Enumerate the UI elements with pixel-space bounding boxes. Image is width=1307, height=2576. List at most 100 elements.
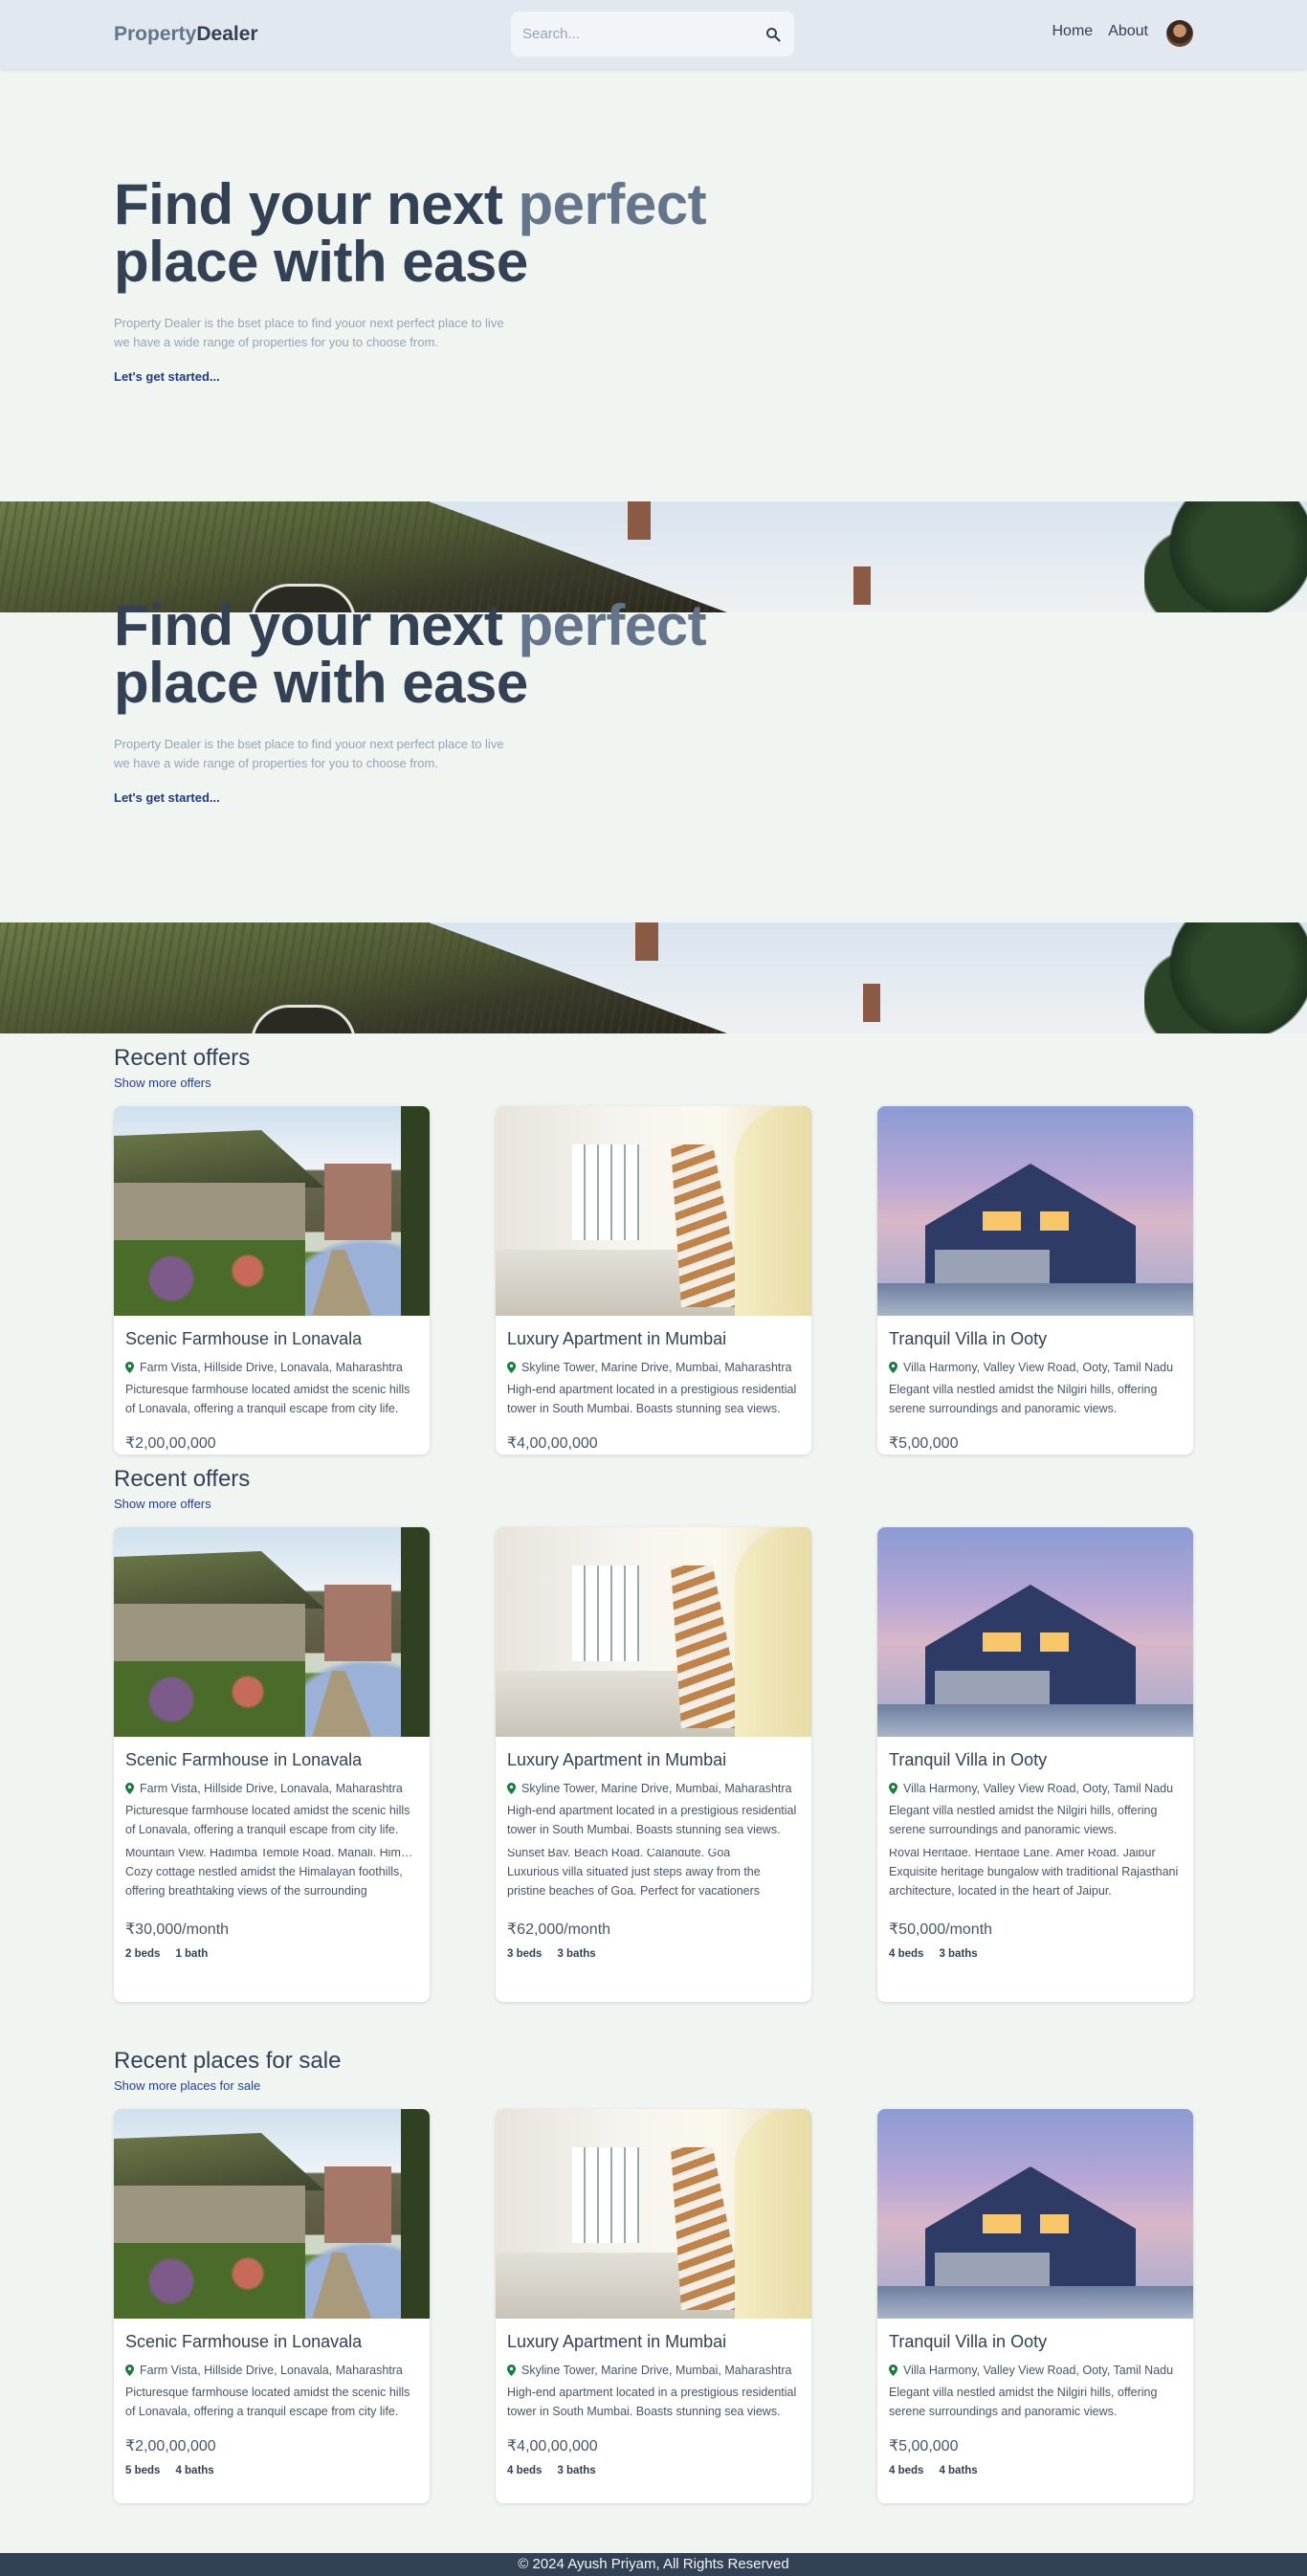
address-text: Farm Vista, Hillside Drive, Lonavala, Ma…: [140, 2364, 403, 2377]
hero-description: Property Dealer is the bset place to fin…: [114, 735, 554, 773]
property-title[interactable]: Scenic Farmhouse in Lonavala: [125, 2332, 418, 2352]
property-card[interactable]: Luxury Apartment in Mumbai Skyline Tower…: [496, 1106, 811, 1455]
property-image[interactable]: [877, 1527, 1193, 1737]
get-started-link[interactable]: Let's get started...: [114, 369, 220, 384]
location-pin-icon: [889, 2365, 897, 2376]
address-text: Skyline Tower, Marine Drive, Mumbai, Mah…: [521, 1361, 792, 1374]
property-description: Picturesque farmhouse located amidst the…: [125, 2386, 410, 2418]
show-more-offers-link[interactable]: Show more offers: [114, 1497, 211, 1511]
property-title[interactable]: Tranquil Villa in Ooty: [889, 1329, 1182, 1349]
property-address: Skyline Tower, Marine Drive, Mumbai, Mah…: [507, 1782, 800, 1795]
property-address: Villa Harmony, Valley View Road, Ooty, T…: [889, 2364, 1182, 2377]
section-heading: Recent places for sale: [114, 2048, 342, 2074]
address-text: Royal Heritage, Heritage Lane, Amer Road…: [889, 1849, 1156, 1856]
card-body: Scenic Farmhouse in Lonavala Farm Vista,…: [114, 1316, 430, 1455]
address-text: Skyline Tower, Marine Drive, Mumbai, Mah…: [521, 2364, 792, 2377]
property-address: Farm Vista, Hillside Drive, Lonavala, Ma…: [125, 2364, 418, 2377]
hero-title-part1: Find your next: [114, 172, 519, 236]
property-image[interactable]: [877, 2109, 1193, 2319]
profile-avatar[interactable]: [1166, 20, 1193, 47]
property-card[interactable]: Scenic Farmhouse in Lonavala Farm Vista,…: [114, 1106, 430, 1455]
property-price: ₹2,00,00,000: [125, 2438, 216, 2454]
hero-title-accent: perfect: [518, 172, 707, 236]
property-card[interactable]: Luxury Apartment in Mumbai Skyline Tower…: [496, 2109, 811, 2503]
logo-part2: Dealer: [196, 23, 258, 45]
property-card[interactable]: Tranquil Villa in Ooty Villa Harmony, Va…: [877, 1106, 1193, 1455]
baths-count: 3 baths: [557, 2465, 596, 2476]
nav-home-link[interactable]: Home: [1052, 23, 1094, 40]
property-description: Luxurious villa situated just steps away…: [507, 1865, 761, 1898]
property-price: ₹62,000/month: [507, 1921, 611, 1938]
property-title[interactable]: Scenic Farmhouse in Lonavala: [125, 1750, 418, 1770]
get-started-link[interactable]: Let's get started...: [114, 790, 220, 805]
property-description: Elegant villa nestled amidst the Nilgiri…: [889, 1804, 1158, 1836]
property-address: Mountain View, Hadimba Temple Road, Mana…: [125, 1849, 418, 1856]
address-text: Mountain View, Hadimba Temple Road, Mana…: [125, 1849, 418, 1856]
property-features: 4 beds 3 baths: [507, 2465, 800, 2476]
show-more-offers-link[interactable]: Show more offers: [114, 1076, 211, 1090]
property-card[interactable]: Tranquil Villa in Ooty Villa Harmony, Va…: [877, 2109, 1193, 2503]
property-address: Royal Heritage, Heritage Lane, Amer Road…: [889, 1849, 1182, 1856]
recent-offers-section-2: Recent offers Show more offers: [114, 1466, 1193, 1513]
location-pin-icon: [507, 1783, 516, 1794]
top-navbar: PropertyDealer Home About: [0, 0, 1307, 69]
search-box: [511, 11, 794, 56]
nav-links: Home About: [1052, 23, 1149, 40]
property-description: Picturesque farmhouse located amidst the…: [125, 1804, 410, 1836]
card-body: Scenic Farmhouse in Lonavala Farm Vista,…: [114, 1737, 430, 1971]
nav-about-link[interactable]: About: [1108, 23, 1148, 40]
beds-count: 5 beds: [125, 2465, 161, 2476]
hero-desc-line2: we have a wide range of properties for y…: [114, 756, 438, 770]
baths-count: 1 bath: [175, 1948, 209, 1960]
hero-desc-line1: Property Dealer is the bset place to fin…: [114, 737, 504, 751]
card-body: Tranquil Villa in Ooty Villa Harmony, Va…: [877, 1737, 1193, 1971]
site-logo[interactable]: PropertyDealer: [114, 23, 258, 46]
property-image[interactable]: [114, 2109, 430, 2319]
property-description: High-end apartment located in a prestigi…: [507, 1383, 797, 1415]
property-features: 4 beds 3 baths: [889, 1948, 1182, 1960]
property-price: ₹5,00,000: [889, 1435, 959, 1452]
property-image[interactable]: [877, 1106, 1193, 1316]
property-address: Skyline Tower, Marine Drive, Mumbai, Mah…: [507, 1361, 800, 1374]
location-pin-icon: [507, 2365, 516, 2376]
banner-image-duplicate: [0, 922, 1307, 1033]
recent-sale-section: Recent places for sale Show more places …: [114, 2048, 1193, 2095]
property-price: ₹4,00,00,000: [507, 2438, 598, 2454]
footer: © 2024 Ayush Priyam, All Rights Reserved: [0, 2553, 1307, 2576]
logo-part1: Property: [114, 23, 197, 45]
beds-count: 2 beds: [125, 1948, 161, 1960]
property-title[interactable]: Luxury Apartment in Mumbai: [507, 1329, 800, 1349]
property-image[interactable]: [496, 1527, 811, 1737]
property-address: Sunset Bay, Beach Road, Calangute, Goa: [507, 1849, 800, 1856]
property-card[interactable]: Scenic Farmhouse in Lonavala Farm Vista,…: [114, 1527, 430, 2002]
property-title[interactable]: Luxury Apartment in Mumbai: [507, 2332, 800, 2352]
address-text: Villa Harmony, Valley View Road, Ooty, T…: [903, 1361, 1174, 1374]
card-body: Tranquil Villa in Ooty Villa Harmony, Va…: [877, 2319, 1193, 2488]
property-features: 2 beds 1 bath: [125, 1948, 418, 1960]
property-card[interactable]: Scenic Farmhouse in Lonavala Farm Vista,…: [114, 2109, 430, 2503]
property-title[interactable]: Tranquil Villa in Ooty: [889, 2332, 1182, 2352]
beds-count: 3 beds: [507, 1948, 543, 1960]
property-card[interactable]: Luxury Apartment in Mumbai Skyline Tower…: [496, 1527, 811, 2002]
property-title[interactable]: Luxury Apartment in Mumbai: [507, 1750, 800, 1770]
property-features: 4 beds 4 baths: [889, 2465, 1182, 2476]
property-image[interactable]: [114, 1527, 430, 1737]
card-body: Luxury Apartment in Mumbai Skyline Tower…: [496, 1737, 811, 1971]
property-image[interactable]: [114, 1106, 430, 1316]
hero-title-accent: perfect: [518, 593, 707, 657]
hero-title: Find your next perfect place with ease: [114, 597, 784, 712]
address-text: Villa Harmony, Valley View Road, Ooty, T…: [903, 2364, 1174, 2377]
property-address: Farm Vista, Hillside Drive, Lonavala, Ma…: [125, 1782, 418, 1795]
hero-section-duplicate: Find your next perfect place with ease P…: [114, 597, 784, 807]
property-title[interactable]: Scenic Farmhouse in Lonavala: [125, 1329, 418, 1349]
property-image[interactable]: [496, 2109, 811, 2319]
property-image[interactable]: [496, 1106, 811, 1316]
property-title[interactable]: Tranquil Villa in Ooty: [889, 1750, 1182, 1770]
search-icon[interactable]: [764, 25, 783, 44]
property-price: ₹5,00,000: [889, 2438, 959, 2454]
beds-count: 4 beds: [889, 2465, 924, 2476]
search-input[interactable]: [522, 26, 764, 42]
property-price: ₹2,00,00,000: [125, 1435, 216, 1452]
property-card[interactable]: Tranquil Villa in Ooty Villa Harmony, Va…: [877, 1527, 1193, 2002]
show-more-sale-link[interactable]: Show more places for sale: [114, 2078, 260, 2093]
